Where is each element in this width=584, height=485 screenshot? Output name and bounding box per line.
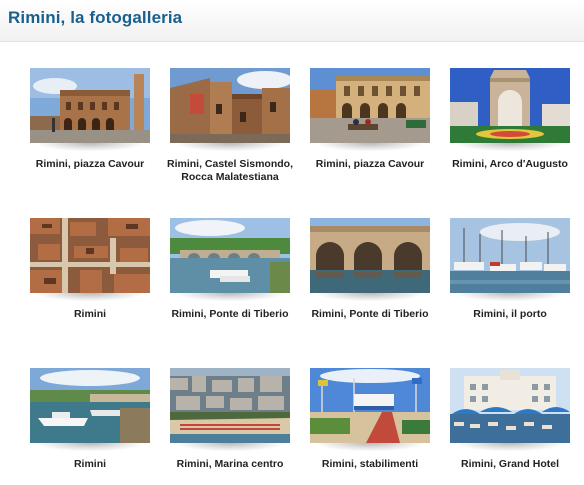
thumbnail-shadow — [318, 143, 422, 151]
porto-boats-photo[interactable] — [450, 218, 570, 293]
castel-sismondo-photo[interactable] — [170, 68, 290, 143]
arco-augusto-photo[interactable] — [450, 68, 570, 143]
thumbnail-shadow — [178, 143, 282, 151]
thumbnail-shadow — [178, 443, 282, 451]
gallery-caption[interactable]: Rimini, Ponte di Tiberio — [300, 308, 440, 321]
thumbnail-shadow — [458, 443, 562, 451]
gallery-caption[interactable]: Rimini — [20, 308, 160, 321]
piazza-cavour-palazzo-photo[interactable] — [30, 68, 150, 143]
gallery-caption[interactable]: Rimini — [20, 458, 160, 471]
thumbnail-shadow — [318, 293, 422, 301]
thumbnail-shadow — [38, 443, 142, 451]
stabilimenti-beach-photo[interactable] — [310, 368, 430, 443]
gallery-caption[interactable]: Rimini, Marina centro — [160, 458, 300, 471]
rimini-marina-photo[interactable] — [30, 368, 150, 443]
gallery-caption[interactable]: Rimini, piazza Cavour — [300, 158, 440, 171]
thumbnail-shadow — [38, 143, 142, 151]
ponte-tiberio-arches-photo[interactable] — [310, 218, 430, 293]
photo-gallery: Rimini, piazza Cavour Rimini, Castel Sis… — [0, 0, 584, 485]
gallery-caption[interactable]: Rimini, Ponte di Tiberio — [160, 308, 300, 321]
thumbnail-shadow — [458, 143, 562, 151]
ponte-tiberio-canal-photo[interactable] — [170, 218, 290, 293]
marina-centro-aerial-photo[interactable] — [170, 368, 290, 443]
thumbnail-shadow — [178, 293, 282, 301]
gallery-caption[interactable]: Rimini, Castel Sismondo, Rocca Malatesti… — [160, 158, 300, 184]
grand-hotel-photo[interactable] — [450, 368, 570, 443]
gallery-caption[interactable]: Rimini, Grand Hotel — [440, 458, 580, 471]
gallery-caption[interactable]: Rimini, Arco d'Augusto — [440, 158, 580, 171]
gallery-caption[interactable]: Rimini, piazza Cavour — [20, 158, 160, 171]
thumbnail-shadow — [318, 443, 422, 451]
thumbnail-shadow — [38, 293, 142, 301]
gallery-caption[interactable]: Rimini, il porto — [440, 308, 580, 321]
piazza-cavour-square-photo[interactable] — [310, 68, 430, 143]
rimini-aerial-rooftops-photo[interactable] — [30, 218, 150, 293]
gallery-caption[interactable]: Rimini, stabilimenti — [300, 458, 440, 471]
thumbnail-shadow — [458, 293, 562, 301]
